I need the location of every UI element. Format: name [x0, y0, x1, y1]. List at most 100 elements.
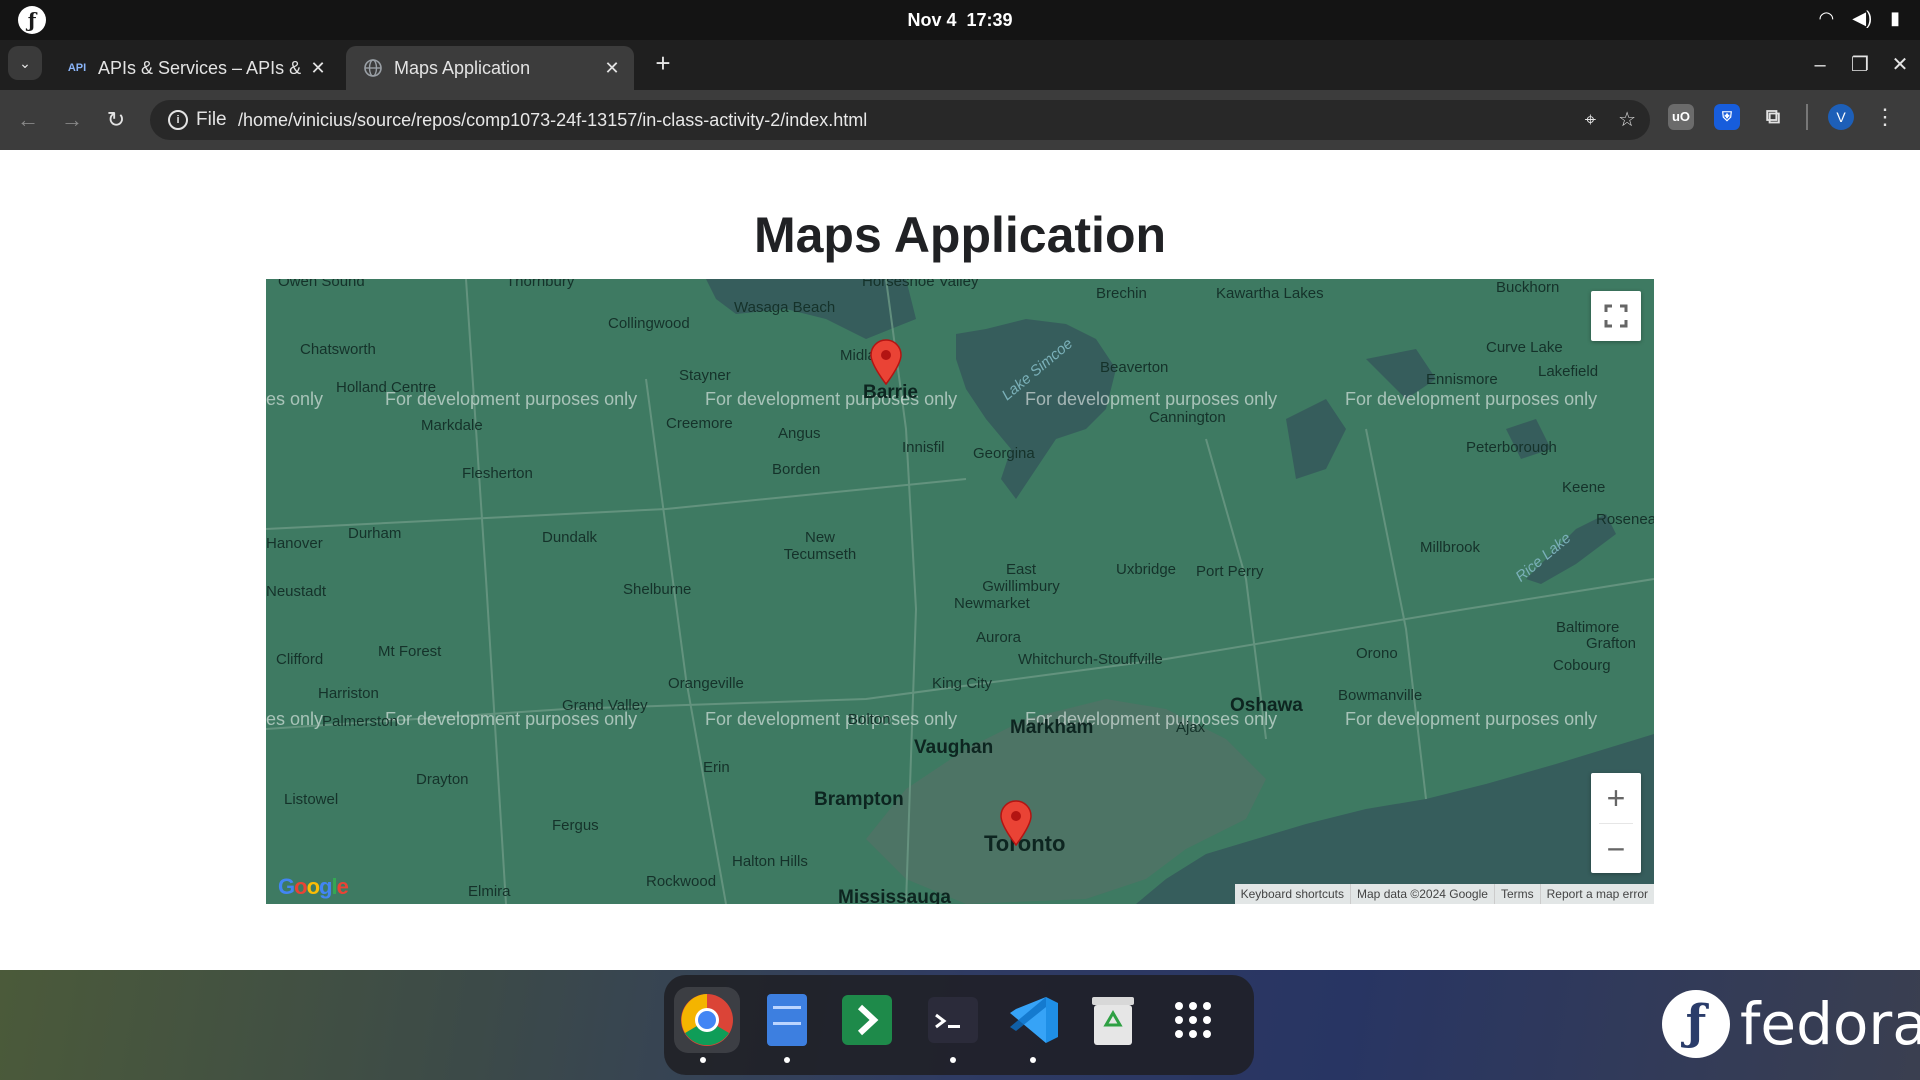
toolbar-divider: [1806, 104, 1808, 130]
map-label: Vaughan: [914, 737, 994, 758]
map-label: Barrie: [863, 382, 918, 403]
map-label: Whitchurch-Stouffville: [1018, 651, 1163, 668]
dev-watermark: es only: [266, 709, 324, 729]
tab-apis-services[interactable]: API APIs & Services – APIs & S ✕: [50, 46, 340, 90]
close-tab-icon[interactable]: ✕: [598, 58, 626, 79]
tab-maps-application[interactable]: Maps Application ✕: [346, 46, 634, 90]
fedora-wallpaper-logo: ƒ fedora: [1662, 990, 1920, 1058]
map-label: Port Perry: [1196, 563, 1264, 580]
zoom-out-button[interactable]: −: [1591, 824, 1641, 874]
tab-strip: ⌄ API APIs & Services – APIs & S ✕ Maps …: [0, 40, 1920, 90]
kebab-menu-icon[interactable]: ⋮: [1874, 104, 1896, 130]
map-label: Aurora: [976, 629, 1022, 646]
map-label: Halton Hills: [732, 853, 808, 870]
gnome-top-bar: ƒ Nov 4 17:39 ◠ ◀) ▮: [0, 0, 1920, 40]
new-tab-plus-icon[interactable]: +: [648, 48, 678, 78]
map-label: Owen Sound: [278, 279, 365, 290]
map-label: Dundalk: [542, 529, 598, 546]
map-label: King City: [932, 675, 993, 692]
map-label: Keene: [1562, 479, 1606, 496]
dev-watermark: For development purposes only: [705, 709, 958, 729]
map-marker-toronto-icon[interactable]: [999, 800, 1033, 846]
map-label: Stayner: [679, 367, 731, 384]
bookmark-star-icon[interactable]: ☆: [1618, 100, 1636, 140]
map-label: Bowmanville: [1338, 687, 1423, 704]
map-label: Grafton: [1586, 635, 1637, 652]
map-label: Palmerston: [322, 713, 398, 730]
map-label: Flesherton: [462, 465, 533, 482]
map-label: Innisfil: [902, 439, 945, 456]
ublock-shield-icon[interactable]: uO: [1668, 104, 1694, 130]
utility-app-icon[interactable]: [834, 987, 900, 1053]
bitwarden-shield-icon[interactable]: ⛨: [1714, 104, 1740, 130]
close-tab-icon[interactable]: ✕: [304, 58, 332, 79]
dev-watermark: For development purposes only: [1345, 709, 1598, 729]
vscode-icon[interactable]: [1000, 987, 1066, 1063]
map-label: Wasaga Beach: [734, 299, 836, 316]
zoom-in-button[interactable]: +: [1591, 773, 1641, 823]
zoom-controls: + −: [1591, 773, 1641, 873]
map-label: Collingwood: [608, 315, 690, 332]
clock[interactable]: Nov 4 17:39: [0, 0, 1920, 40]
map-label: Brechin: [1096, 285, 1147, 302]
map-label: Cannington: [1149, 409, 1226, 426]
trash-icon[interactable]: [1080, 987, 1146, 1053]
map-label: Horseshoe Valley: [862, 279, 979, 290]
dash-dock: [664, 975, 1254, 1075]
back-arrow-icon[interactable]: ←: [10, 102, 46, 138]
files-icon[interactable]: [754, 987, 820, 1063]
map-label: Cobourg: [1553, 657, 1611, 674]
keyboard-shortcuts-link[interactable]: Keyboard shortcuts: [1235, 884, 1350, 904]
fedora-wordmark: fedora: [1740, 990, 1920, 1058]
globe-icon: [362, 57, 384, 79]
terms-link[interactable]: Terms: [1493, 884, 1540, 904]
map-label: Ajax: [1176, 719, 1206, 736]
time-text: 17:39: [966, 10, 1013, 30]
restore-icon[interactable]: ❐: [1840, 40, 1880, 90]
app-grid-icon[interactable]: [1160, 987, 1226, 1053]
reload-icon[interactable]: ↻: [98, 102, 134, 138]
profile-avatar[interactable]: V: [1828, 104, 1854, 130]
map-label: Curve Lake: [1486, 339, 1563, 356]
map-label: East Gwillimbury: [982, 561, 1060, 595]
tab-search-chevron-icon[interactable]: ⌄: [8, 46, 42, 80]
minimize-icon[interactable]: –: [1800, 40, 1840, 90]
map-label: Neustadt: [266, 583, 327, 600]
map-label: Kawartha Lakes: [1216, 285, 1324, 302]
report-map-error-link[interactable]: Report a map error: [1539, 884, 1654, 904]
map-label: Angus: [778, 425, 821, 442]
google-map[interactable]: es only For development purposes only Fo…: [266, 279, 1654, 904]
map-label: Uxbridge: [1116, 561, 1177, 578]
url-text[interactable]: /home/vinicius/source/repos/comp1073-24f…: [238, 100, 867, 140]
map-label: Georgina: [973, 445, 1035, 462]
map-label: Elmira: [468, 883, 511, 900]
close-window-icon[interactable]: ✕: [1880, 40, 1920, 90]
map-label: Chatsworth: [300, 341, 376, 358]
address-bar[interactable]: i File /home/vinicius/source/repos/comp1…: [150, 100, 1650, 140]
map-label: Mt Forest: [378, 643, 442, 660]
terminal-icon[interactable]: [920, 987, 986, 1063]
site-info-chip[interactable]: i File: [158, 105, 237, 135]
map-label: Lakefield: [1538, 363, 1599, 380]
map-label: Markham: [1010, 717, 1094, 738]
google-logo[interactable]: Google: [278, 874, 349, 900]
chrome-icon[interactable]: [674, 987, 740, 1063]
map-label: Orangeville: [668, 675, 744, 692]
browser-toolbar: ← → ↻ i File /home/vinicius/source/repos…: [0, 90, 1920, 152]
map-label: Bolton: [848, 711, 891, 728]
location-pin-icon[interactable]: ⌖: [1585, 100, 1596, 140]
extensions-puzzle-icon[interactable]: ⧉: [1760, 104, 1786, 130]
fullscreen-toggle-button[interactable]: [1591, 291, 1641, 341]
web-page: Maps Application es only For development…: [0, 150, 1920, 970]
running-indicator: [950, 1057, 956, 1063]
system-tray[interactable]: ◠ ◀) ▮: [1819, 8, 1900, 29]
dev-watermark: es only: [266, 389, 324, 409]
map-label: Shelburne: [623, 581, 692, 598]
map-label: Ennismore: [1426, 371, 1498, 388]
map-marker-barrie-icon[interactable]: [869, 339, 903, 385]
map-label: Oshawa: [1230, 695, 1303, 716]
map-label: Beaverton: [1100, 359, 1169, 376]
fullscreen-icon: [1604, 304, 1628, 328]
map-label: Mississauga: [838, 887, 951, 904]
forward-arrow-icon[interactable]: →: [54, 102, 90, 138]
